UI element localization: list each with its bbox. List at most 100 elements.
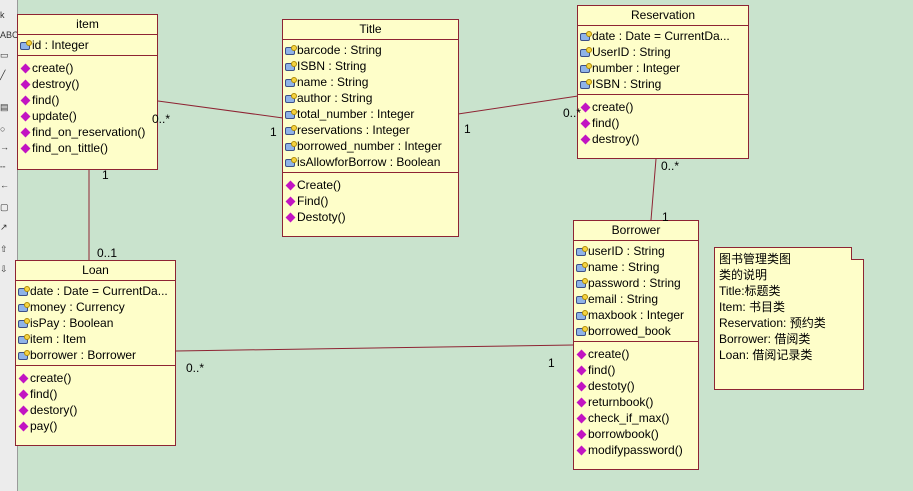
operation-row: modifypassword() <box>574 442 698 458</box>
attribute-row: borrowed_book <box>574 323 698 339</box>
attribute-icon <box>285 45 297 55</box>
attribute-row: number : Integer <box>578 60 748 76</box>
attribute-row: userID : String <box>574 243 698 259</box>
note-line: 类的说明 <box>719 268 768 282</box>
attribute-icon <box>285 93 297 103</box>
attribute-icon <box>576 262 588 272</box>
note-line: 图书管理类图 <box>719 252 792 266</box>
operation-icon <box>18 405 29 415</box>
operation-icon <box>285 212 296 222</box>
operation-row: check_if_max() <box>574 410 698 426</box>
class-item[interactable]: item id : Integer create() destroy() fin… <box>17 14 158 170</box>
attribute-icon <box>576 326 588 336</box>
operation-icon <box>576 381 587 391</box>
attribute-icon <box>18 302 30 312</box>
attribute-icon <box>18 334 30 344</box>
attribute-row: isPay : Boolean <box>16 315 175 331</box>
operation-row: Destoty() <box>283 209 458 225</box>
note-line: Item: 书目类 <box>719 300 786 314</box>
operation-row: borrowbook() <box>574 426 698 442</box>
class-title[interactable]: Title barcode : String ISBN : String nam… <box>282 19 459 237</box>
attribute-row: email : String <box>574 291 698 307</box>
assoc-item-title[interactable] <box>157 100 284 119</box>
multiplicity-item-loan-item: 1 <box>102 168 109 182</box>
attribute-row: ISBN : String <box>578 76 748 92</box>
attribute-row: barcode : String <box>283 42 458 58</box>
operation-icon <box>576 429 587 439</box>
note-fold-corner <box>851 247 864 260</box>
operation-icon <box>285 196 296 206</box>
class-loan-operations: create() find() destory() pay() <box>16 366 175 434</box>
attribute-icon <box>285 157 297 167</box>
attribute-icon <box>18 286 30 296</box>
multiplicity-res-borrower-borrower: 1 <box>662 210 669 224</box>
class-loan[interactable]: Loan date : Date = CurrentDa... money : … <box>15 260 176 446</box>
attribute-icon <box>580 79 592 89</box>
multiplicity-item-loan-loan: 0..1 <box>97 246 118 260</box>
operation-icon <box>20 127 31 137</box>
attribute-row: isAllowforBorrow : Boolean <box>283 154 458 170</box>
class-item-attributes: id : Integer <box>18 35 157 56</box>
attribute-icon <box>285 125 297 135</box>
multiplicity-loan-borrower-loan: 0..* <box>186 361 205 375</box>
operation-row: destroy() <box>18 76 157 92</box>
operation-row: destory() <box>16 402 175 418</box>
operation-row: pay() <box>16 418 175 434</box>
multiplicity-item-title-title: 1 <box>270 125 277 139</box>
attribute-row: ISBN : String <box>283 58 458 74</box>
attribute-icon <box>576 246 588 256</box>
class-borrower-attributes: userID : String name : String password :… <box>574 241 698 342</box>
multiplicity-title-res-title: 1 <box>464 122 471 136</box>
operation-row: create() <box>18 60 157 76</box>
attribute-row: money : Currency <box>16 299 175 315</box>
note-line: Borrower: 借阅类 <box>719 332 811 346</box>
operation-row: destroy() <box>578 131 748 147</box>
operation-icon <box>580 118 591 128</box>
attribute-icon <box>580 47 592 57</box>
class-item-operations: create() destroy() find() update() find_… <box>18 56 157 156</box>
operation-row: find() <box>16 386 175 402</box>
class-reservation-operations: create() find() destroy() <box>578 95 748 147</box>
operation-icon <box>20 79 31 89</box>
class-borrower[interactable]: Borrower userID : String name : String p… <box>573 220 699 470</box>
attribute-row: borrower : Borrower <box>16 347 175 363</box>
operation-row: find_on_tittle() <box>18 140 157 156</box>
attribute-row: name : String <box>283 74 458 90</box>
class-loan-name: Loan <box>16 261 175 281</box>
attribute-icon <box>20 40 32 50</box>
attribute-row: name : String <box>574 259 698 275</box>
assoc-loan-borrower[interactable] <box>175 344 574 352</box>
attribute-icon <box>576 294 588 304</box>
diagram-note[interactable]: 图书管理类图 类的说明 Title:标题类 Item: 书目类 Reservat… <box>714 247 864 390</box>
operation-icon <box>580 134 591 144</box>
attribute-row: borrowed_number : Integer <box>283 138 458 154</box>
assoc-title-reservation[interactable] <box>457 95 579 115</box>
operation-row: find_on_reservation() <box>18 124 157 140</box>
attribute-icon <box>285 61 297 71</box>
operation-row: create() <box>16 370 175 386</box>
class-borrower-operations: create() find() destoty() returnbook() c… <box>574 342 698 458</box>
class-borrower-name: Borrower <box>574 221 698 241</box>
attribute-row: date : Date = CurrentDa... <box>578 28 748 44</box>
operation-icon <box>576 445 587 455</box>
class-reservation[interactable]: Reservation date : Date = CurrentDa... U… <box>577 5 749 159</box>
attribute-row: UserID : String <box>578 44 748 60</box>
operation-icon <box>18 421 29 431</box>
operation-row: returnbook() <box>574 394 698 410</box>
operation-icon <box>576 413 587 423</box>
attribute-icon <box>285 141 297 151</box>
operation-row: find() <box>574 362 698 378</box>
multiplicity-item-title-item: 0..* <box>152 112 171 126</box>
operation-icon <box>20 143 31 153</box>
assoc-reservation-borrower[interactable] <box>650 158 657 221</box>
attribute-row: total_number : Integer <box>283 106 458 122</box>
operation-icon <box>20 111 31 121</box>
operation-icon <box>576 365 587 375</box>
operation-row: find() <box>578 115 748 131</box>
note-line: Loan: 借阅记录类 <box>719 348 813 362</box>
note-line: Reservation: 预约类 <box>719 316 826 330</box>
operation-icon <box>285 180 296 190</box>
operation-row: find() <box>18 92 157 108</box>
attribute-icon <box>285 109 297 119</box>
operation-row: update() <box>18 108 157 124</box>
